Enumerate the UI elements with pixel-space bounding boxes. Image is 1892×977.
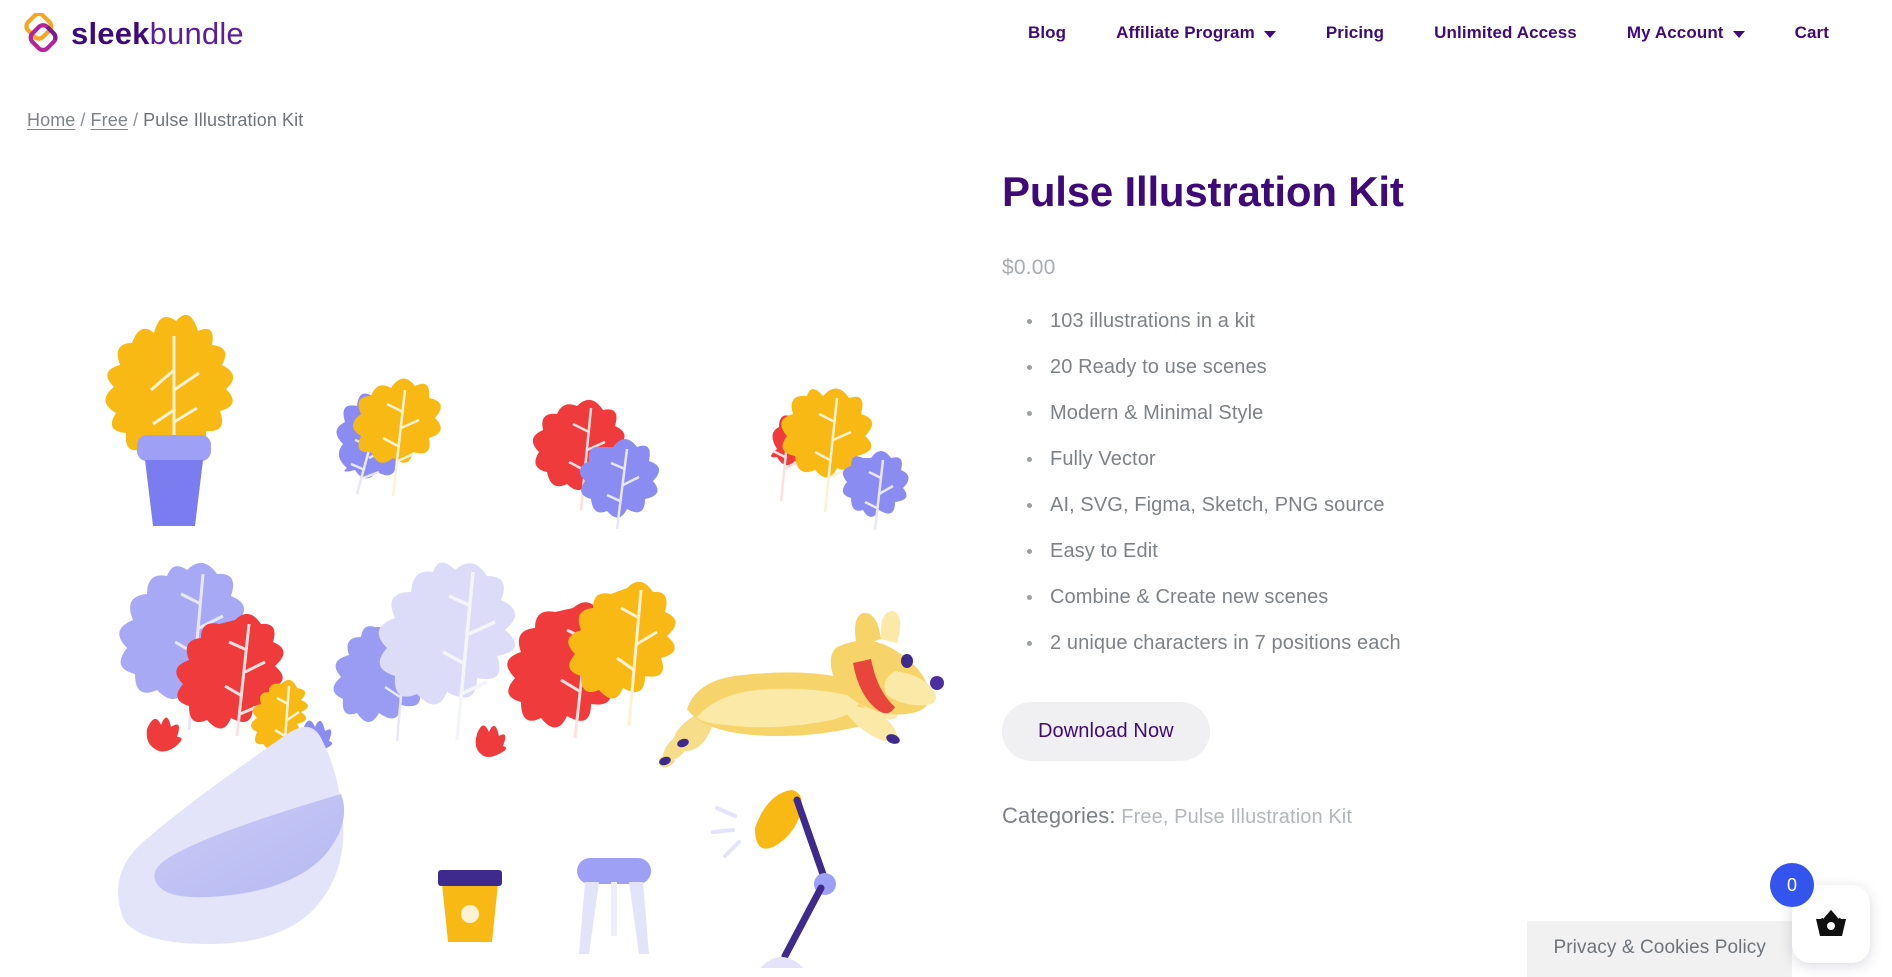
categories-separator: , (1162, 806, 1175, 829)
categories-label: Categories: (1002, 803, 1116, 829)
shopping-basket-icon (1812, 905, 1850, 944)
breadcrumb-separator: / (80, 110, 86, 130)
breadcrumb-link-free[interactable]: Free (91, 110, 128, 130)
logo-text-light: bundle (149, 15, 244, 51)
nav-item-affiliate-program[interactable]: Affiliate Program (1091, 23, 1301, 43)
logo-text-bold: sleek (71, 15, 150, 51)
chevron-down-icon (1732, 30, 1745, 38)
nav-item-pricing[interactable]: Pricing (1301, 23, 1409, 43)
nav-item-unlimited-access-label: Unlimited Access (1434, 23, 1577, 42)
site-header: sleekbundle Blog Affiliate Program Prici… (0, 0, 1892, 66)
list-item: Modern & Minimal Style (1027, 402, 1865, 424)
chevron-down-icon (1263, 30, 1276, 38)
main-navigation: Blog Affiliate Program Pricing Unlimited… (1003, 23, 1854, 43)
list-item: 103 illustrations in a kit (1027, 310, 1865, 332)
nav-item-cart-label: Cart (1794, 23, 1829, 42)
nav-item-unlimited-access[interactable]: Unlimited Access (1409, 23, 1602, 43)
breadcrumb-separator: / (132, 110, 139, 130)
nav-item-my-account[interactable]: My Account (1602, 23, 1770, 43)
nav-item-blog-label: Blog (1027, 23, 1067, 42)
breadcrumb-current: Pulse Illustration Kit (143, 110, 304, 130)
list-item: Easy to Edit (1027, 540, 1865, 562)
product-feature-list: 103 illustrations in a kit 20 Ready to u… (1002, 310, 1865, 654)
category-link-pulse-illustration-kit[interactable]: Pulse Illustration Kit (1174, 806, 1352, 828)
cart-item-count-badge: 0 (1770, 863, 1814, 907)
product-gallery-image[interactable] (27, 158, 947, 968)
floating-cart-button[interactable]: 0 (1770, 863, 1870, 963)
product-page-content: Pulse Illustration Kit $0.00 103 illustr… (0, 158, 1892, 968)
nav-item-pricing-label: Pricing (1325, 23, 1385, 42)
nav-item-affiliate-program-label: Affiliate Program (1116, 23, 1255, 42)
nav-item-cart[interactable]: Cart (1770, 23, 1854, 43)
product-summary: Pulse Illustration Kit $0.00 103 illustr… (947, 158, 1865, 968)
list-item: Fully Vector (1027, 448, 1865, 470)
product-categories: Categories: Free, Pulse Illustration Kit (1002, 803, 1865, 829)
privacy-cookies-policy-bar[interactable]: Privacy & Cookies Policy (1527, 921, 1792, 977)
list-item: AI, SVG, Figma, Sketch, PNG source (1027, 494, 1865, 516)
download-now-button[interactable]: Download Now (1002, 702, 1210, 762)
list-item: Combine & Create new scenes (1027, 586, 1865, 608)
list-item: 2 unique characters in 7 positions each (1027, 632, 1865, 654)
site-logo[interactable]: sleekbundle (22, 11, 244, 53)
site-logo-text: sleekbundle (71, 18, 244, 49)
nav-item-blog[interactable]: Blog (1003, 23, 1091, 43)
breadcrumb: Home / Free / Pulse Illustration Kit (27, 110, 1892, 131)
nav-item-my-account-label: My Account (1626, 23, 1724, 42)
category-link-free[interactable]: Free (1121, 806, 1163, 828)
product-price: $0.00 (1002, 256, 1056, 280)
list-item: 20 Ready to use scenes (1027, 356, 1865, 378)
breadcrumb-link-home[interactable]: Home (27, 110, 75, 130)
sleekbundle-diamonds-logo-icon (22, 11, 62, 53)
page-title: Pulse Illustration Kit (1002, 168, 1404, 215)
